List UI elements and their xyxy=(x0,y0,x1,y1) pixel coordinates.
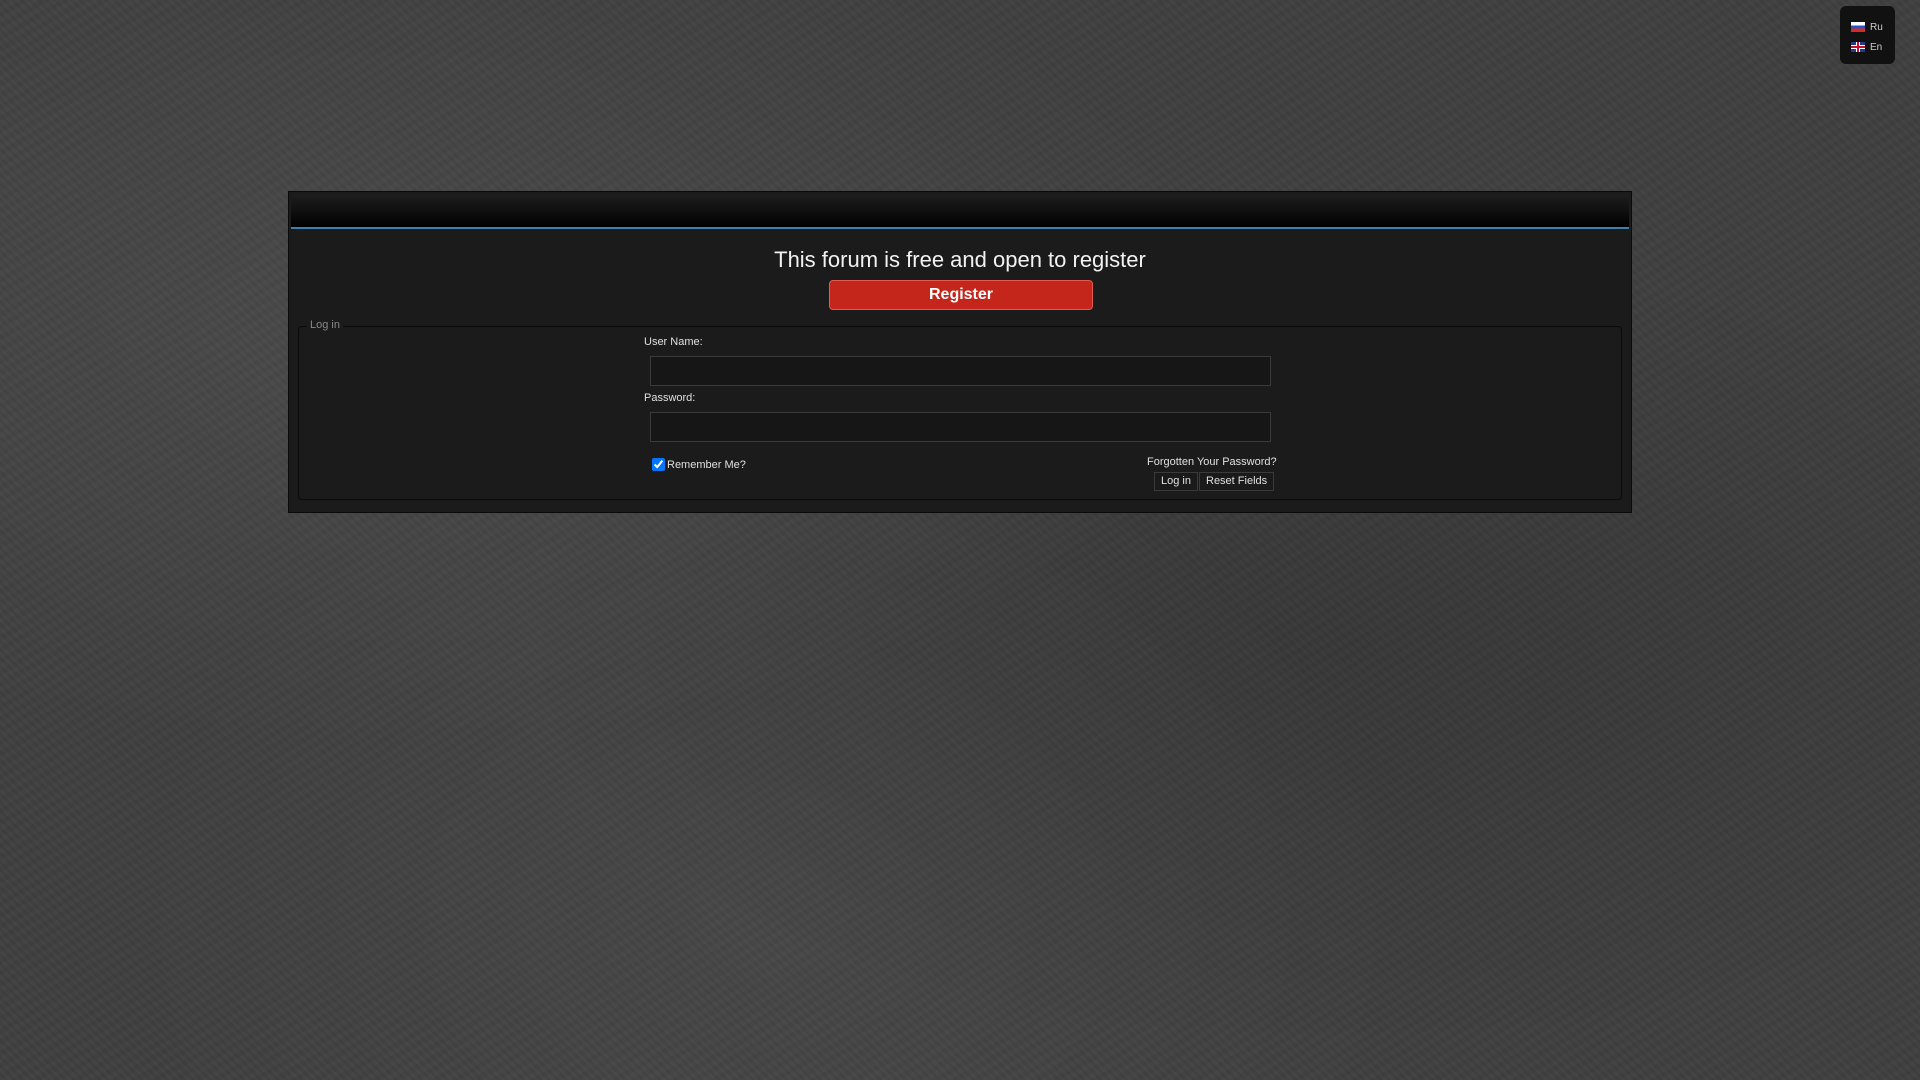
remember-me-checkbox[interactable] xyxy=(652,458,665,471)
register-button[interactable]: Register xyxy=(829,280,1093,310)
uk-flag-icon xyxy=(1851,42,1865,52)
username-input[interactable] xyxy=(650,356,1271,386)
language-switcher: Ru En xyxy=(1840,6,1895,64)
language-label-ru: Ru xyxy=(1870,21,1883,33)
remember-me[interactable]: Remember Me? xyxy=(652,458,746,471)
remember-me-label: Remember Me? xyxy=(667,458,746,471)
login-button[interactable]: Log in xyxy=(1154,472,1198,491)
header-bar xyxy=(291,194,1629,229)
username-label: User Name: xyxy=(644,336,703,348)
login-fieldset: Log in User Name: Password: Remember Me?… xyxy=(298,319,1622,500)
russia-flag-icon xyxy=(1851,22,1865,32)
password-label: Password: xyxy=(644,392,696,404)
page-title: This forum is free and open to register xyxy=(774,247,1146,272)
forgot-password-link[interactable]: Forgotten Your Password? xyxy=(1147,456,1277,468)
login-legend: Log in xyxy=(307,319,343,331)
language-option-en[interactable]: En xyxy=(1851,37,1895,57)
password-input[interactable] xyxy=(650,412,1271,442)
reset-fields-button[interactable]: Reset Fields xyxy=(1199,472,1275,491)
main-panel: This forum is free and open to register … xyxy=(288,191,1632,513)
language-option-ru[interactable]: Ru xyxy=(1851,17,1895,37)
language-label-en: En xyxy=(1870,41,1883,53)
